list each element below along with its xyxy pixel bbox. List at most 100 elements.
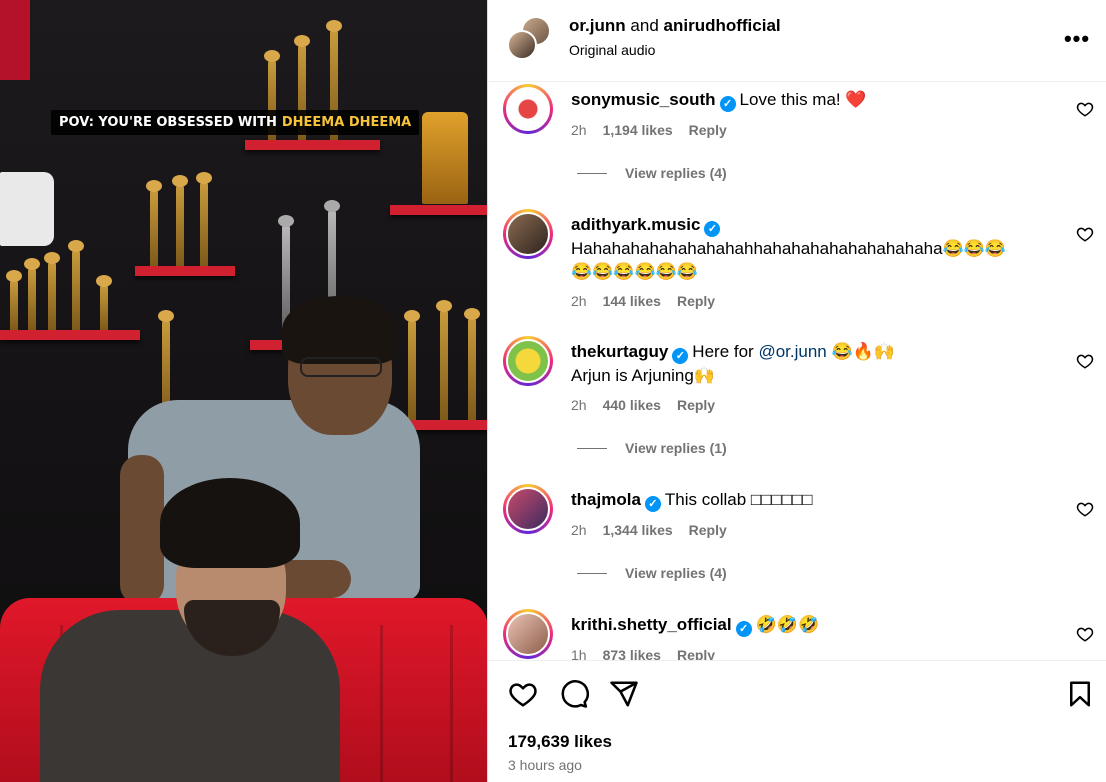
comment-time[interactable]: 1h xyxy=(571,647,587,660)
post-authors: or.junn and anirudhofficial xyxy=(569,16,781,36)
comment-likes[interactable]: 873 likes xyxy=(603,647,661,660)
view-replies-label: View replies (1) xyxy=(625,440,727,456)
comment-meta: 2h 1,344 likes Reply xyxy=(571,519,1071,542)
trophy xyxy=(404,310,420,420)
save-bookmark-icon[interactable] xyxy=(1065,679,1095,709)
share-send-icon[interactable] xyxy=(609,679,639,709)
commenter-username[interactable]: krithi.shetty_official xyxy=(571,615,732,634)
comment-text: Hahahahahahahahahahhahahahahahahahahaha😂… xyxy=(571,239,1007,258)
verified-badge-icon: ✓ xyxy=(644,496,661,512)
reply-button[interactable]: Reply xyxy=(677,647,715,660)
sofa-rib xyxy=(380,625,383,782)
caption-highlight: DHEEMA DHEEMA xyxy=(281,115,412,130)
verified-badge-icon: ✓ xyxy=(672,348,689,364)
comment-body: thajmola ✓ This collab □□□□□□ 2h 1,344 like… xyxy=(571,488,1071,542)
reply-button[interactable]: Reply xyxy=(689,522,727,538)
verified-badge-icon: ✓ xyxy=(704,221,721,237)
like-comment-icon[interactable] xyxy=(1076,225,1094,243)
verified-badge-icon: ✓ xyxy=(735,621,752,637)
view-replies-button[interactable]: View replies (4) xyxy=(577,165,727,181)
like-heart-icon[interactable] xyxy=(508,679,538,709)
award-statue xyxy=(422,112,468,204)
view-replies-label: View replies (4) xyxy=(625,565,727,581)
comment-body: sonymusic_south ✓ Love this ma! ❤️ 2h 1,194… xyxy=(571,88,1071,142)
like-comment-icon[interactable] xyxy=(1076,100,1094,118)
trophy xyxy=(44,252,60,330)
reply-button[interactable]: Reply xyxy=(677,293,715,309)
reply-button[interactable]: Reply xyxy=(677,397,715,413)
trophy xyxy=(146,180,162,266)
view-replies-button[interactable]: View replies (1) xyxy=(577,440,727,456)
person-seated-hair xyxy=(160,478,300,568)
collab-avatars[interactable] xyxy=(507,16,555,64)
sofa-rib xyxy=(450,625,453,782)
divider-line xyxy=(577,172,607,174)
comment-time[interactable]: 2h xyxy=(571,522,587,538)
comment-likes[interactable]: 144 likes xyxy=(603,293,661,309)
shelf xyxy=(245,140,380,150)
comment-text: This collab □□□□□□ xyxy=(664,490,813,509)
trophy xyxy=(96,275,112,330)
air-conditioner xyxy=(0,172,54,246)
comment-time[interactable]: 2h xyxy=(571,397,587,413)
commenter-avatar[interactable] xyxy=(503,84,553,134)
commenter-username[interactable]: adithyark.music xyxy=(571,215,700,234)
comment-meta: 2h 1,194 likes Reply xyxy=(571,119,1071,142)
commenter-avatar[interactable] xyxy=(503,609,553,659)
comments-list[interactable]: sonymusic_south ✓ Love this ma! ❤️ 2h 1,194… xyxy=(489,82,1106,661)
author-link-orjunn[interactable]: or.junn xyxy=(569,16,626,35)
comment-text: 🤣🤣🤣 xyxy=(755,615,820,634)
comment-time[interactable]: 2h xyxy=(571,293,587,309)
comment-text: Love this ma! ❤️ xyxy=(739,90,867,109)
person-seated-body xyxy=(40,610,340,782)
shelf xyxy=(390,205,487,215)
comment-likes[interactable]: 1,194 likes xyxy=(603,122,673,138)
post-panel: or.junn and anirudhofficial Original aud… xyxy=(489,0,1106,782)
author-link-anirudh[interactable]: anirudhofficial xyxy=(664,16,781,35)
like-comment-icon[interactable] xyxy=(1076,625,1094,643)
comment-text: Here for xyxy=(692,342,754,361)
comment-body: adithyark.music ✓ Hahahahahahahahahahhaha… xyxy=(571,213,1071,313)
more-dots-icon[interactable]: ••• xyxy=(1062,24,1092,54)
comment-body: thekurtaguy ✓ Here for @or.junn 😂🔥🙌 Arjun … xyxy=(571,340,1071,417)
divider-line xyxy=(577,447,607,449)
video-caption-overlay: POV: YOU'RE OBSESSED WITH DHEEMA DHEEMA xyxy=(51,110,420,135)
commenter-avatar[interactable] xyxy=(503,209,553,259)
like-comment-icon[interactable] xyxy=(1076,500,1094,518)
comment-time[interactable]: 2h xyxy=(571,122,587,138)
view-replies-button[interactable]: View replies (4) xyxy=(577,565,727,581)
shelf xyxy=(0,330,140,340)
post-likes-count[interactable]: 179,639 likes xyxy=(508,732,612,752)
reel-video[interactable]: POV: YOU'RE OBSESSED WITH DHEEMA DHEEMA xyxy=(0,0,488,782)
view-replies-label: View replies (4) xyxy=(625,165,727,181)
trophy xyxy=(436,300,452,420)
commenter-avatar[interactable] xyxy=(503,484,553,534)
author-connector: and xyxy=(630,16,659,35)
like-comment-icon[interactable] xyxy=(1076,352,1094,370)
glasses xyxy=(300,357,382,377)
mention-link[interactable]: @or.junn xyxy=(758,342,826,361)
commenter-username[interactable]: thekurtaguy xyxy=(571,342,668,361)
comment-body: krithi.shetty_official ✓ 🤣🤣🤣 1h 873 likes Re… xyxy=(571,613,1071,660)
comment-meta: 1h 873 likes Reply xyxy=(571,644,1071,660)
reply-button[interactable]: Reply xyxy=(689,122,727,138)
avatar-orjunn[interactable] xyxy=(507,30,537,60)
commenter-username[interactable]: thajmola xyxy=(571,490,641,509)
person-standing-arm xyxy=(120,455,164,605)
comment-likes[interactable]: 440 likes xyxy=(603,397,661,413)
comment-likes[interactable]: 1,344 likes xyxy=(603,522,673,538)
commenter-username[interactable]: sonymusic_south xyxy=(571,90,716,109)
post-header: or.junn and anirudhofficial Original aud… xyxy=(489,0,1106,82)
post-actions: 179,639 likes 3 hours ago xyxy=(489,662,1106,782)
comment-text-cont: 😂😂😂😂😂😂 xyxy=(571,262,699,281)
trophy xyxy=(172,175,188,266)
caption-prefix: POV: YOU'RE OBSESSED WITH xyxy=(59,115,277,130)
audio-link[interactable]: Original audio xyxy=(569,42,655,58)
comment-text-cont: Arjun is Arjuning🙌 xyxy=(571,366,716,385)
post-timestamp[interactable]: 3 hours ago xyxy=(508,757,582,773)
trophy xyxy=(68,240,84,330)
commenter-avatar[interactable] xyxy=(503,336,553,386)
person-standing-hair xyxy=(282,296,398,364)
comment-emoji: 😂🔥🙌 xyxy=(831,342,896,361)
comment-bubble-icon[interactable] xyxy=(559,679,589,709)
